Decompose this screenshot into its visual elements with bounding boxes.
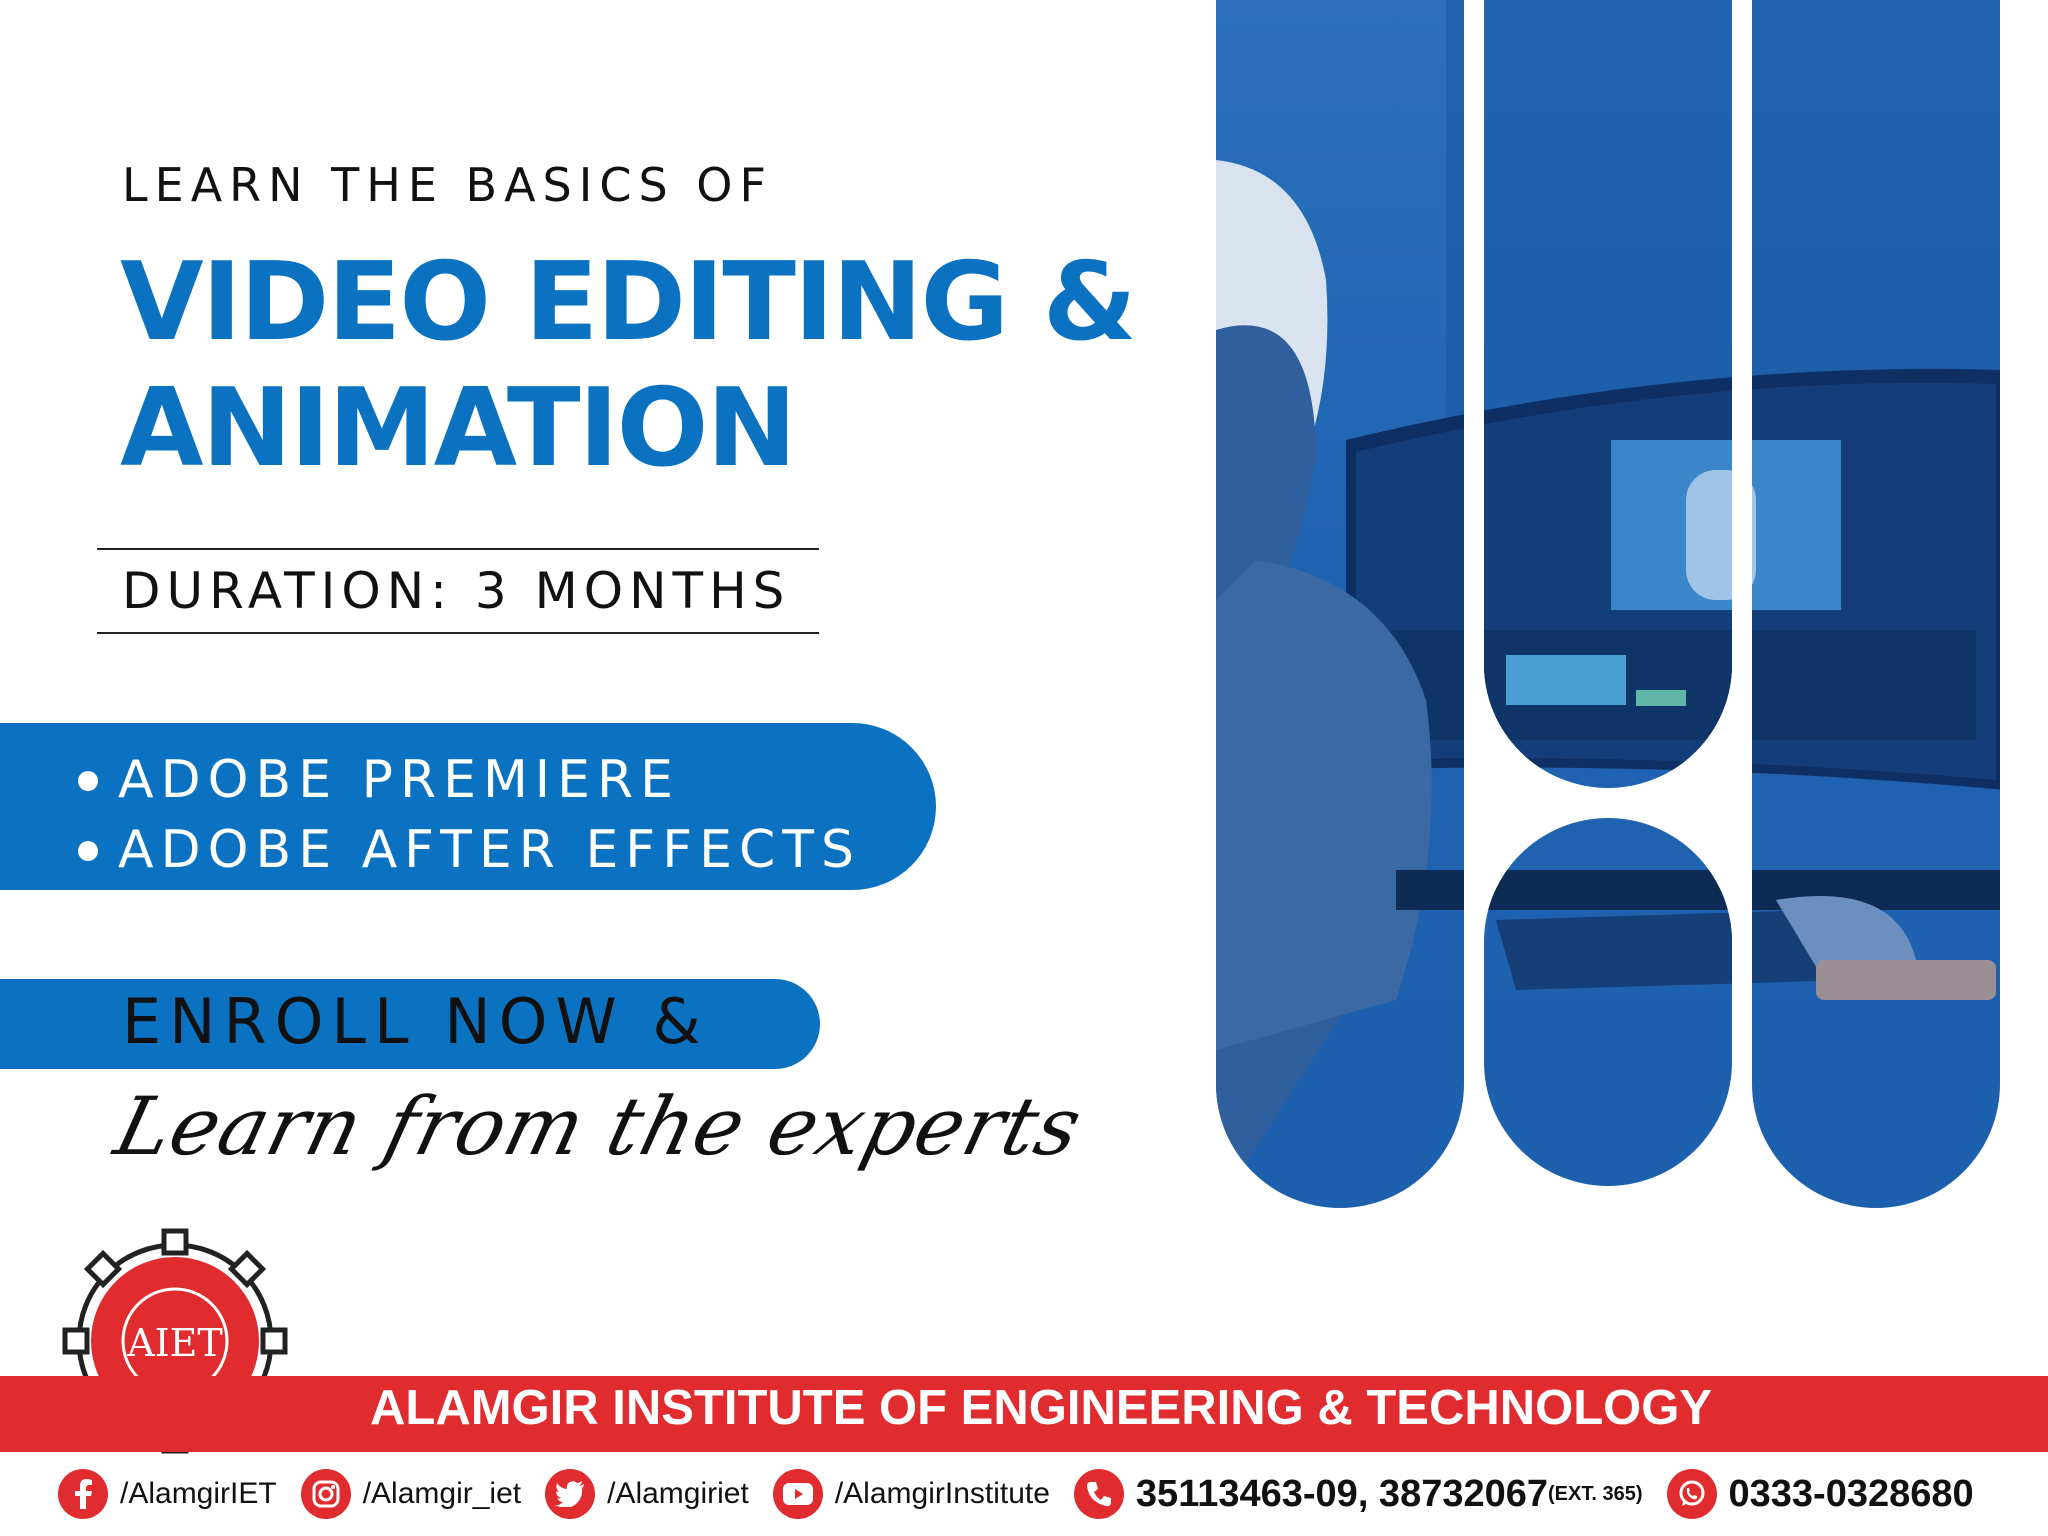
youtube-icon xyxy=(772,1469,823,1519)
logo-monogram: AIET xyxy=(126,1321,223,1365)
youtube-handle: /AlamgirInstitute xyxy=(834,1477,1050,1510)
course-title-line2: ANIMATION xyxy=(120,366,797,491)
instagram-link[interactable]: /Alamgir_iet xyxy=(300,1469,522,1519)
facebook-link[interactable]: /AlamgirIET xyxy=(58,1469,277,1519)
course-title: VIDEO EDITING & ANIMATION xyxy=(120,240,1137,492)
phone-icon xyxy=(1073,1469,1124,1519)
whatsapp-link[interactable]: 0333-0328680 xyxy=(1666,1469,1974,1519)
facebook-icon xyxy=(58,1469,108,1519)
divider-top xyxy=(97,548,819,550)
bullet-icon xyxy=(78,841,98,861)
phone-numbers: 35113463-09, 38732067 xyxy=(1135,1472,1549,1515)
course-title-line1: VIDEO EDITING & xyxy=(120,240,1137,365)
divider-bottom xyxy=(97,632,819,634)
course-item-label: ADOBE AFTER EFFECTS xyxy=(118,820,862,880)
facebook-handle: /AlamgirIET xyxy=(120,1477,277,1510)
whatsapp-number: 0333-0328680 xyxy=(1728,1472,1974,1515)
course-item-label: ADOBE PREMIERE xyxy=(118,750,680,810)
editor-photo xyxy=(1216,0,2000,1208)
course-item: ADOBE PREMIERE xyxy=(78,745,936,815)
instagram-icon xyxy=(300,1469,351,1519)
headline-kicker: LEARN THE BASICS OF xyxy=(122,158,773,212)
youtube-link[interactable]: /AlamgirInstitute xyxy=(772,1469,1050,1519)
institute-name: ALAMGIR INSTITUTE OF ENGINEERING & TECHN… xyxy=(370,1381,1713,1435)
twitter-icon xyxy=(545,1469,596,1519)
twitter-handle: /Alamgiriet xyxy=(607,1477,749,1510)
tagline: Learn from the experts xyxy=(106,1080,1092,1173)
course-duration: DURATION: 3 MONTHS xyxy=(122,562,791,620)
course-item: ADOBE AFTER EFFECTS xyxy=(78,815,936,885)
twitter-link[interactable]: /Alamgiriet xyxy=(545,1469,749,1519)
phone-extension: (EXT. 365) xyxy=(1548,1482,1643,1505)
bullet-icon xyxy=(78,771,98,791)
enroll-now-text: ENROLL NOW & xyxy=(122,985,709,1058)
instagram-handle: /Alamgir_iet xyxy=(362,1477,522,1510)
phone-link[interactable]: 35113463-09, 38732067 (EXT. 365) xyxy=(1073,1469,1643,1519)
whatsapp-icon xyxy=(1666,1469,1717,1519)
course-items-panel: ADOBE PREMIERE ADOBE AFTER EFFECTS xyxy=(0,723,936,890)
contact-bar: /AlamgirIET /Alamgir_iet /Alamgiriet /Al… xyxy=(0,1452,2048,1536)
